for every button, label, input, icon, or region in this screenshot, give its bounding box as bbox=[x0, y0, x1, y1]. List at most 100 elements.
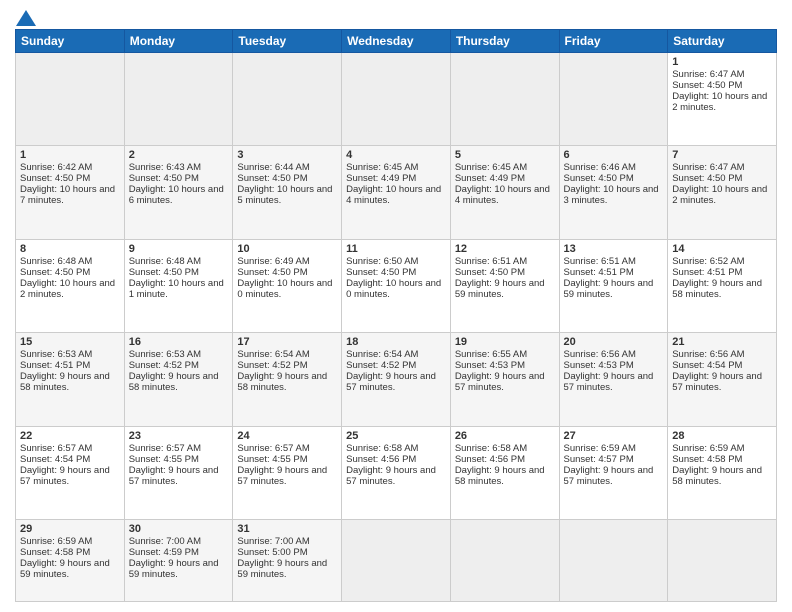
calendar-header-sunday: Sunday bbox=[16, 30, 125, 53]
daylight-text: Daylight: 9 hours and 58 minutes. bbox=[672, 278, 772, 300]
sunset-text: Sunset: 4:50 PM bbox=[564, 173, 664, 184]
calendar-week-3: 15Sunrise: 6:53 AMSunset: 4:51 PMDayligh… bbox=[16, 333, 777, 426]
daylight-text: Daylight: 9 hours and 57 minutes. bbox=[564, 465, 664, 487]
sunrise-text: Sunrise: 6:56 AM bbox=[672, 349, 772, 360]
day-number: 12 bbox=[455, 243, 555, 255]
sunset-text: Sunset: 4:50 PM bbox=[672, 173, 772, 184]
daylight-text: Daylight: 9 hours and 58 minutes. bbox=[455, 465, 555, 487]
sunrise-text: Sunrise: 6:45 AM bbox=[455, 162, 555, 173]
daylight-text: Daylight: 9 hours and 58 minutes. bbox=[672, 465, 772, 487]
calendar-cell: 1Sunrise: 6:42 AMSunset: 4:50 PMDaylight… bbox=[16, 146, 125, 239]
sunrise-text: Sunrise: 6:55 AM bbox=[455, 349, 555, 360]
day-number: 19 bbox=[455, 336, 555, 348]
sunrise-text: Sunrise: 6:47 AM bbox=[672, 162, 772, 173]
day-number: 26 bbox=[455, 430, 555, 442]
daylight-text: Daylight: 9 hours and 59 minutes. bbox=[564, 278, 664, 300]
sunset-text: Sunset: 4:49 PM bbox=[455, 173, 555, 184]
sunset-text: Sunset: 4:56 PM bbox=[455, 454, 555, 465]
calendar-cell: 5Sunrise: 6:45 AMSunset: 4:49 PMDaylight… bbox=[450, 146, 559, 239]
calendar-header-row: SundayMondayTuesdayWednesdayThursdayFrid… bbox=[16, 30, 777, 53]
sunrise-text: Sunrise: 6:42 AM bbox=[20, 162, 120, 173]
day-number: 20 bbox=[564, 336, 664, 348]
daylight-text: Daylight: 9 hours and 57 minutes. bbox=[129, 465, 229, 487]
daylight-text: Daylight: 9 hours and 57 minutes. bbox=[564, 371, 664, 393]
day-number: 11 bbox=[346, 243, 446, 255]
daylight-text: Daylight: 9 hours and 59 minutes. bbox=[237, 558, 337, 580]
calendar-cell: 6Sunrise: 6:46 AMSunset: 4:50 PMDaylight… bbox=[559, 146, 668, 239]
calendar-cell: 30Sunrise: 7:00 AMSunset: 4:59 PMDayligh… bbox=[124, 520, 233, 602]
calendar-cell: 24Sunrise: 6:57 AMSunset: 4:55 PMDayligh… bbox=[233, 426, 342, 519]
logo-icon bbox=[16, 10, 36, 26]
daylight-text: Daylight: 9 hours and 57 minutes. bbox=[346, 465, 446, 487]
daylight-text: Daylight: 10 hours and 0 minutes. bbox=[346, 278, 446, 300]
daylight-text: Daylight: 9 hours and 57 minutes. bbox=[237, 465, 337, 487]
sunset-text: Sunset: 4:51 PM bbox=[564, 267, 664, 278]
daylight-text: Daylight: 9 hours and 57 minutes. bbox=[346, 371, 446, 393]
sunset-text: Sunset: 4:58 PM bbox=[20, 547, 120, 558]
sunrise-text: Sunrise: 6:53 AM bbox=[20, 349, 120, 360]
sunset-text: Sunset: 4:51 PM bbox=[20, 360, 120, 371]
day-number: 9 bbox=[129, 243, 229, 255]
calendar-cell: 1Sunrise: 6:47 AMSunset: 4:50 PMDaylight… bbox=[668, 53, 777, 146]
calendar-cell: 19Sunrise: 6:55 AMSunset: 4:53 PMDayligh… bbox=[450, 333, 559, 426]
daylight-text: Daylight: 10 hours and 5 minutes. bbox=[237, 184, 337, 206]
daylight-text: Daylight: 9 hours and 57 minutes. bbox=[20, 465, 120, 487]
sunrise-text: Sunrise: 6:49 AM bbox=[237, 256, 337, 267]
calendar-week-2: 8Sunrise: 6:48 AMSunset: 4:50 PMDaylight… bbox=[16, 239, 777, 332]
sunrise-text: Sunrise: 6:57 AM bbox=[129, 443, 229, 454]
sunrise-text: Sunrise: 6:44 AM bbox=[237, 162, 337, 173]
sunrise-text: Sunrise: 6:51 AM bbox=[564, 256, 664, 267]
daylight-text: Daylight: 9 hours and 57 minutes. bbox=[672, 371, 772, 393]
calendar-cell bbox=[233, 53, 342, 146]
calendar-cell bbox=[124, 53, 233, 146]
sunset-text: Sunset: 4:54 PM bbox=[672, 360, 772, 371]
sunset-text: Sunset: 4:53 PM bbox=[564, 360, 664, 371]
sunrise-text: Sunrise: 6:58 AM bbox=[346, 443, 446, 454]
calendar-cell bbox=[16, 53, 125, 146]
sunset-text: Sunset: 4:50 PM bbox=[129, 173, 229, 184]
daylight-text: Daylight: 9 hours and 57 minutes. bbox=[455, 371, 555, 393]
logo bbox=[15, 10, 37, 23]
day-number: 4 bbox=[346, 149, 446, 161]
sunrise-text: Sunrise: 6:46 AM bbox=[564, 162, 664, 173]
calendar-cell bbox=[668, 520, 777, 602]
calendar-cell bbox=[450, 520, 559, 602]
calendar-cell: 17Sunrise: 6:54 AMSunset: 4:52 PMDayligh… bbox=[233, 333, 342, 426]
daylight-text: Daylight: 9 hours and 59 minutes. bbox=[20, 558, 120, 580]
sunset-text: Sunset: 4:50 PM bbox=[237, 173, 337, 184]
day-number: 1 bbox=[672, 56, 772, 68]
daylight-text: Daylight: 10 hours and 4 minutes. bbox=[346, 184, 446, 206]
sunrise-text: Sunrise: 6:56 AM bbox=[564, 349, 664, 360]
sunset-text: Sunset: 4:50 PM bbox=[346, 267, 446, 278]
sunset-text: Sunset: 4:50 PM bbox=[672, 80, 772, 91]
calendar-cell: 11Sunrise: 6:50 AMSunset: 4:50 PMDayligh… bbox=[342, 239, 451, 332]
sunset-text: Sunset: 4:52 PM bbox=[346, 360, 446, 371]
calendar-cell: 27Sunrise: 6:59 AMSunset: 4:57 PMDayligh… bbox=[559, 426, 668, 519]
daylight-text: Daylight: 10 hours and 2 minutes. bbox=[672, 184, 772, 206]
day-number: 31 bbox=[237, 523, 337, 535]
calendar-header-friday: Friday bbox=[559, 30, 668, 53]
daylight-text: Daylight: 10 hours and 0 minutes. bbox=[237, 278, 337, 300]
calendar-header-saturday: Saturday bbox=[668, 30, 777, 53]
calendar-cell: 8Sunrise: 6:48 AMSunset: 4:50 PMDaylight… bbox=[16, 239, 125, 332]
sunset-text: Sunset: 4:53 PM bbox=[455, 360, 555, 371]
calendar-cell: 22Sunrise: 6:57 AMSunset: 4:54 PMDayligh… bbox=[16, 426, 125, 519]
sunrise-text: Sunrise: 6:59 AM bbox=[672, 443, 772, 454]
sunrise-text: Sunrise: 7:00 AM bbox=[129, 536, 229, 547]
calendar-cell: 28Sunrise: 6:59 AMSunset: 4:58 PMDayligh… bbox=[668, 426, 777, 519]
day-number: 2 bbox=[129, 149, 229, 161]
sunrise-text: Sunrise: 6:57 AM bbox=[20, 443, 120, 454]
sunset-text: Sunset: 4:50 PM bbox=[237, 267, 337, 278]
daylight-text: Daylight: 10 hours and 7 minutes. bbox=[20, 184, 120, 206]
calendar-cell: 31Sunrise: 7:00 AMSunset: 5:00 PMDayligh… bbox=[233, 520, 342, 602]
sunset-text: Sunset: 4:55 PM bbox=[237, 454, 337, 465]
calendar-cell: 18Sunrise: 6:54 AMSunset: 4:52 PMDayligh… bbox=[342, 333, 451, 426]
sunset-text: Sunset: 4:50 PM bbox=[455, 267, 555, 278]
calendar-cell bbox=[342, 53, 451, 146]
day-number: 25 bbox=[346, 430, 446, 442]
sunset-text: Sunset: 4:58 PM bbox=[672, 454, 772, 465]
sunset-text: Sunset: 4:50 PM bbox=[129, 267, 229, 278]
sunset-text: Sunset: 4:59 PM bbox=[129, 547, 229, 558]
day-number: 23 bbox=[129, 430, 229, 442]
calendar-cell: 13Sunrise: 6:51 AMSunset: 4:51 PMDayligh… bbox=[559, 239, 668, 332]
